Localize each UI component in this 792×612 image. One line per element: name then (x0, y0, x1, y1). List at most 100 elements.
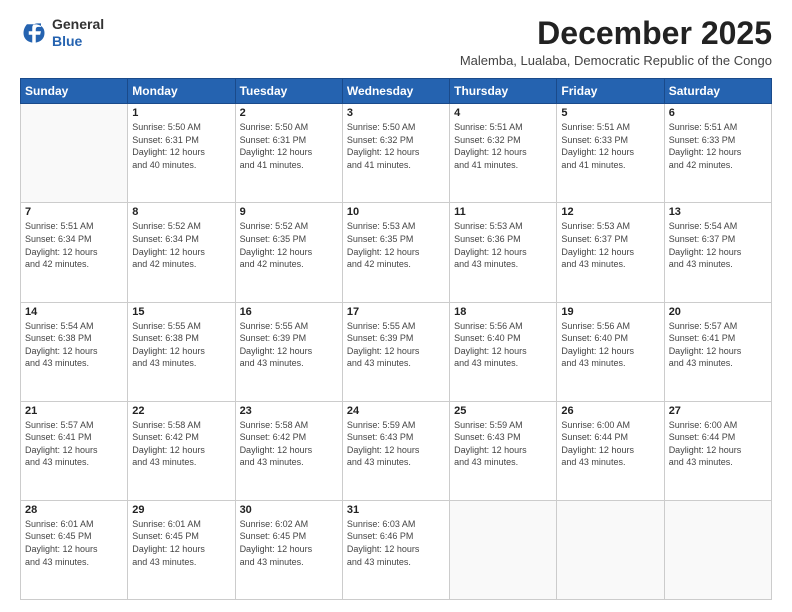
day-number: 22 (132, 405, 230, 417)
day-number: 29 (132, 504, 230, 516)
calendar-cell (450, 500, 557, 599)
page: General Blue December 2025 Malemba, Lual… (0, 0, 792, 612)
calendar-cell: 6 Sunrise: 5:51 AMSunset: 6:33 PMDaylight… (664, 104, 771, 203)
day-info: Sunrise: 6:00 AMSunset: 6:44 PMDaylight:… (669, 419, 767, 469)
day-info: Sunrise: 5:57 AMSunset: 6:41 PMDaylight:… (669, 320, 767, 370)
day-info: Sunrise: 5:55 AMSunset: 6:38 PMDaylight:… (132, 320, 230, 370)
calendar-week-0: 1 Sunrise: 5:50 AMSunset: 6:31 PMDaylight… (21, 104, 772, 203)
day-number: 24 (347, 405, 445, 417)
day-info: Sunrise: 5:53 AMSunset: 6:37 PMDaylight:… (561, 220, 659, 270)
calendar-week-2: 14Sunrise: 5:54 AMSunset: 6:38 PMDayligh… (21, 302, 772, 401)
day-info: Sunrise: 5:51 AMSunset: 6:32 PMDaylight:… (454, 121, 552, 171)
day-info: Sunrise: 5:55 AMSunset: 6:39 PMDaylight:… (347, 320, 445, 370)
calendar-cell (557, 500, 664, 599)
calendar-cell: 13 Sunrise: 5:54 AMSunset: 6:37 PMDayligh… (664, 203, 771, 302)
day-number: 31 (347, 504, 445, 516)
day-info: Sunrise: 5:51 AMSunset: 6:33 PMDaylight:… (561, 121, 659, 171)
day-number: 5 (561, 107, 659, 119)
header-saturday: Saturday (664, 79, 771, 104)
calendar-table: Sunday Monday Tuesday Wednesday Thursday… (20, 78, 772, 600)
day-info: Sunrise: 6:00 AMSunset: 6:44 PMDaylight:… (561, 419, 659, 469)
calendar-cell: 9 Sunrise: 5:52 AMSunset: 6:35 PMDaylight… (235, 203, 342, 302)
day-info: Sunrise: 5:50 AMSunset: 6:31 PMDaylight:… (132, 121, 230, 171)
day-number: 25 (454, 405, 552, 417)
day-info: Sunrise: 5:53 AMSunset: 6:35 PMDaylight:… (347, 220, 445, 270)
calendar-week-3: 21 Sunrise: 5:57 AMSunset: 6:41 PMDayligh… (21, 401, 772, 500)
calendar-cell: 21 Sunrise: 5:57 AMSunset: 6:41 PMDayligh… (21, 401, 128, 500)
calendar-cell: 4 Sunrise: 5:51 AMSunset: 6:32 PMDaylight… (450, 104, 557, 203)
day-number: 4 (454, 107, 552, 119)
calendar-cell: 29Sunrise: 6:01 AMSunset: 6:45 PMDayligh… (128, 500, 235, 599)
calendar-cell (664, 500, 771, 599)
calendar-cell: 2 Sunrise: 5:50 AMSunset: 6:31 PMDaylight… (235, 104, 342, 203)
header-monday: Monday (128, 79, 235, 104)
day-info: Sunrise: 5:54 AMSunset: 6:37 PMDaylight:… (669, 220, 767, 270)
calendar-week-1: 7 Sunrise: 5:51 AMSunset: 6:34 PMDaylight… (21, 203, 772, 302)
calendar-cell: 17 Sunrise: 5:55 AMSunset: 6:39 PMDayligh… (342, 302, 449, 401)
header-thursday: Thursday (450, 79, 557, 104)
day-number: 10 (347, 206, 445, 218)
day-info: Sunrise: 5:57 AMSunset: 6:41 PMDaylight:… (25, 419, 123, 469)
title-block: December 2025 Malemba, Lualaba, Democrat… (460, 16, 772, 68)
header: General Blue December 2025 Malemba, Lual… (20, 16, 772, 68)
calendar-cell: 22 Sunrise: 5:58 AMSunset: 6:42 PMDayligh… (128, 401, 235, 500)
logo: General Blue (20, 16, 104, 50)
day-number: 23 (240, 405, 338, 417)
calendar-cell: 16 Sunrise: 5:55 AMSunset: 6:39 PMDayligh… (235, 302, 342, 401)
header-friday: Friday (557, 79, 664, 104)
header-tuesday: Tuesday (235, 79, 342, 104)
calendar-cell: 28Sunrise: 6:01 AMSunset: 6:45 PMDayligh… (21, 500, 128, 599)
day-info: Sunrise: 5:50 AMSunset: 6:31 PMDaylight:… (240, 121, 338, 171)
calendar-cell: 15 Sunrise: 5:55 AMSunset: 6:38 PMDayligh… (128, 302, 235, 401)
day-number: 15 (132, 306, 230, 318)
day-info: Sunrise: 5:51 AMSunset: 6:33 PMDaylight:… (669, 121, 767, 171)
day-info: Sunrise: 5:58 AMSunset: 6:42 PMDaylight:… (132, 419, 230, 469)
month-title: December 2025 (460, 16, 772, 51)
day-number: 16 (240, 306, 338, 318)
day-info: Sunrise: 6:02 AMSunset: 6:45 PMDaylight:… (240, 518, 338, 568)
day-number: 28 (25, 504, 123, 516)
day-info: Sunrise: 5:54 AMSunset: 6:38 PMDaylight:… (25, 320, 123, 370)
day-info: Sunrise: 5:52 AMSunset: 6:35 PMDaylight:… (240, 220, 338, 270)
day-info: Sunrise: 5:52 AMSunset: 6:34 PMDaylight:… (132, 220, 230, 270)
day-info: Sunrise: 6:03 AMSunset: 6:46 PMDaylight:… (347, 518, 445, 568)
day-info: Sunrise: 5:59 AMSunset: 6:43 PMDaylight:… (347, 419, 445, 469)
day-number: 20 (669, 306, 767, 318)
calendar-cell: 20 Sunrise: 5:57 AMSunset: 6:41 PMDayligh… (664, 302, 771, 401)
day-number: 12 (561, 206, 659, 218)
day-number: 21 (25, 405, 123, 417)
day-number: 3 (347, 107, 445, 119)
day-number: 11 (454, 206, 552, 218)
day-number: 26 (561, 405, 659, 417)
calendar-cell: 7 Sunrise: 5:51 AMSunset: 6:34 PMDaylight… (21, 203, 128, 302)
day-number: 6 (669, 107, 767, 119)
day-number: 2 (240, 107, 338, 119)
header-sunday: Sunday (21, 79, 128, 104)
day-info: Sunrise: 5:58 AMSunset: 6:42 PMDaylight:… (240, 419, 338, 469)
calendar-cell: 5 Sunrise: 5:51 AMSunset: 6:33 PMDaylight… (557, 104, 664, 203)
day-info: Sunrise: 5:51 AMSunset: 6:34 PMDaylight:… (25, 220, 123, 270)
day-number: 27 (669, 405, 767, 417)
day-info: Sunrise: 5:56 AMSunset: 6:40 PMDaylight:… (454, 320, 552, 370)
day-info: Sunrise: 5:55 AMSunset: 6:39 PMDaylight:… (240, 320, 338, 370)
calendar-cell: 12 Sunrise: 5:53 AMSunset: 6:37 PMDayligh… (557, 203, 664, 302)
day-number: 13 (669, 206, 767, 218)
day-info: Sunrise: 5:59 AMSunset: 6:43 PMDaylight:… (454, 419, 552, 469)
day-info: Sunrise: 5:53 AMSunset: 6:36 PMDaylight:… (454, 220, 552, 270)
day-info: Sunrise: 5:56 AMSunset: 6:40 PMDaylight:… (561, 320, 659, 370)
day-number: 17 (347, 306, 445, 318)
calendar-cell: 8Sunrise: 5:52 AMSunset: 6:34 PMDaylight… (128, 203, 235, 302)
day-number: 9 (240, 206, 338, 218)
calendar-cell: 24 Sunrise: 5:59 AMSunset: 6:43 PMDayligh… (342, 401, 449, 500)
day-info: Sunrise: 5:50 AMSunset: 6:32 PMDaylight:… (347, 121, 445, 171)
calendar-cell: 26 Sunrise: 6:00 AMSunset: 6:44 PMDayligh… (557, 401, 664, 500)
calendar-week-4: 28Sunrise: 6:01 AMSunset: 6:45 PMDayligh… (21, 500, 772, 599)
calendar-cell: 10 Sunrise: 5:53 AMSunset: 6:35 PMDayligh… (342, 203, 449, 302)
calendar-cell: 30Sunrise: 6:02 AMSunset: 6:45 PMDayligh… (235, 500, 342, 599)
weekday-header-row: Sunday Monday Tuesday Wednesday Thursday… (21, 79, 772, 104)
day-number: 7 (25, 206, 123, 218)
day-number: 1 (132, 107, 230, 119)
calendar-cell (21, 104, 128, 203)
calendar-cell: 25 Sunrise: 5:59 AMSunset: 6:43 PMDayligh… (450, 401, 557, 500)
calendar-cell: 23 Sunrise: 5:58 AMSunset: 6:42 PMDayligh… (235, 401, 342, 500)
